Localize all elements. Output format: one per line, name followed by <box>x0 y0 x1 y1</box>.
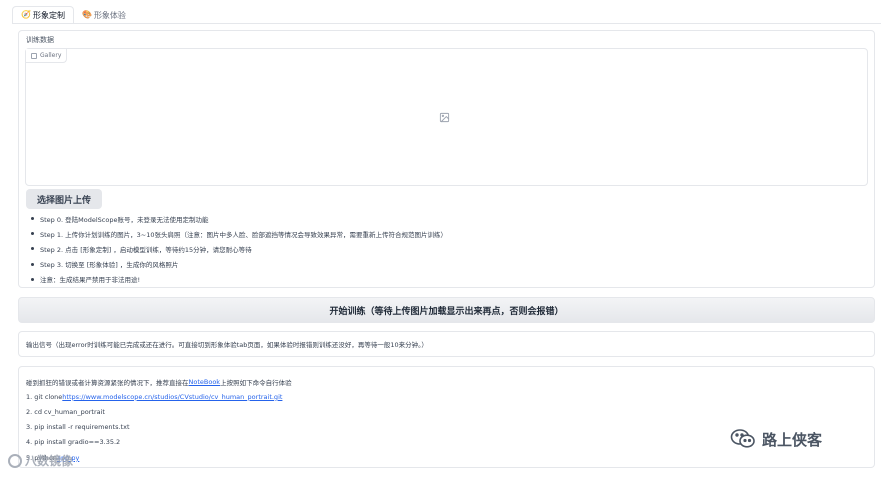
watermark-right: 路上侠客 <box>730 428 822 450</box>
tab-portrait-customize[interactable]: 🧭 形象定制 <box>12 6 74 24</box>
tab-bar: 🧭 形象定制 🎨 形象体验 <box>12 6 134 24</box>
watermark-left-text: 八数镜像 <box>25 454 74 468</box>
gallery-tag-label: Gallery <box>40 52 62 59</box>
training-data-label: 训练数据 <box>26 36 54 44</box>
list-item: Step 2. 点击 [形象定制] ，启动模型训练，等待约15分钟，请您耐心等待 <box>26 241 447 256</box>
info-line: 2. cd cv_human_portrait <box>26 407 105 416</box>
palette-icon: 🎨 <box>81 10 92 19</box>
gallery-tag: Gallery <box>26 49 68 63</box>
info-text: 碰到抓狂的错误或者计算资源紧张的情况下，推荐直接在 <box>26 378 189 387</box>
repo-link[interactable]: https://www.modelscope.cn/studios/CVstud… <box>62 393 282 401</box>
output-signal-text: 输出信号（出现error时训练可能已完成或还在进行。可直接切到形象体验tab页面… <box>26 341 428 349</box>
image-placeholder-icon <box>439 112 450 123</box>
wechat-icon <box>730 429 755 448</box>
info-line: 4. pip install gradio==3.35.2 <box>26 438 121 447</box>
notebook-instructions-panel: 碰到抓狂的错误或者计算资源紧张的情况下，推荐直接在 NoteBook 上按照如下… <box>18 366 875 468</box>
list-item: Step 3. 切换至 [形象体验] ，生成你的风格照片 <box>26 257 447 272</box>
watermark-right-text: 路上侠客 <box>762 430 823 449</box>
info-line: 1. git clone https://www.modelscope.cn/s… <box>26 389 292 404</box>
info-line: 3. pip install -r requirements.txt <box>26 423 130 432</box>
gallery-icon <box>31 52 37 59</box>
info-text: 1. git clone <box>26 392 63 401</box>
tab-label: 形象定制 <box>32 10 65 20</box>
info-line: 碰到抓狂的错误或者计算资源紧张的情况下，推荐直接在 NoteBook 上按照如下… <box>26 374 292 389</box>
instructions-list: Step 0. 登陆ModelScope账号，未登录无法使用定制功能 Step … <box>26 211 447 287</box>
training-data-panel: 训练数据 Gallery 选择图片上传 Step 0. 登陆ModelScope… <box>18 30 875 288</box>
start-training-button[interactable]: 开始训练（等待上传图片加载显示出来再点，否则会报错） <box>18 297 875 323</box>
gallery-dropzone[interactable]: Gallery <box>25 48 868 186</box>
notebook-link[interactable]: NoteBook <box>189 378 221 386</box>
list-item: Step 1. 上传你计划训练的图片，3~10张头肩照（注意：图片中多人脸、脸部… <box>26 226 447 241</box>
watermark-logo-icon <box>8 453 22 468</box>
compass-icon: 🧭 <box>21 10 31 19</box>
list-item: Step 0. 登陆ModelScope账号，未登录无法使用定制功能 <box>26 211 447 226</box>
output-signal-box: 输出信号（出现error时训练可能已完成或还在进行。可直接切到形象体验tab页面… <box>18 331 875 357</box>
upload-images-button[interactable]: 选择图片上传 <box>26 189 102 209</box>
info-text: 上按照如下命令自行体验 <box>220 378 292 387</box>
list-item: 注意：生成结果严禁用于非法用途! <box>26 272 447 287</box>
tab-divider <box>12 23 881 24</box>
watermark-left: 八数镜像 <box>8 452 73 469</box>
tab-label: 形象体验 <box>93 10 126 20</box>
tab-portrait-experience[interactable]: 🎨 形象体验 <box>74 6 134 24</box>
